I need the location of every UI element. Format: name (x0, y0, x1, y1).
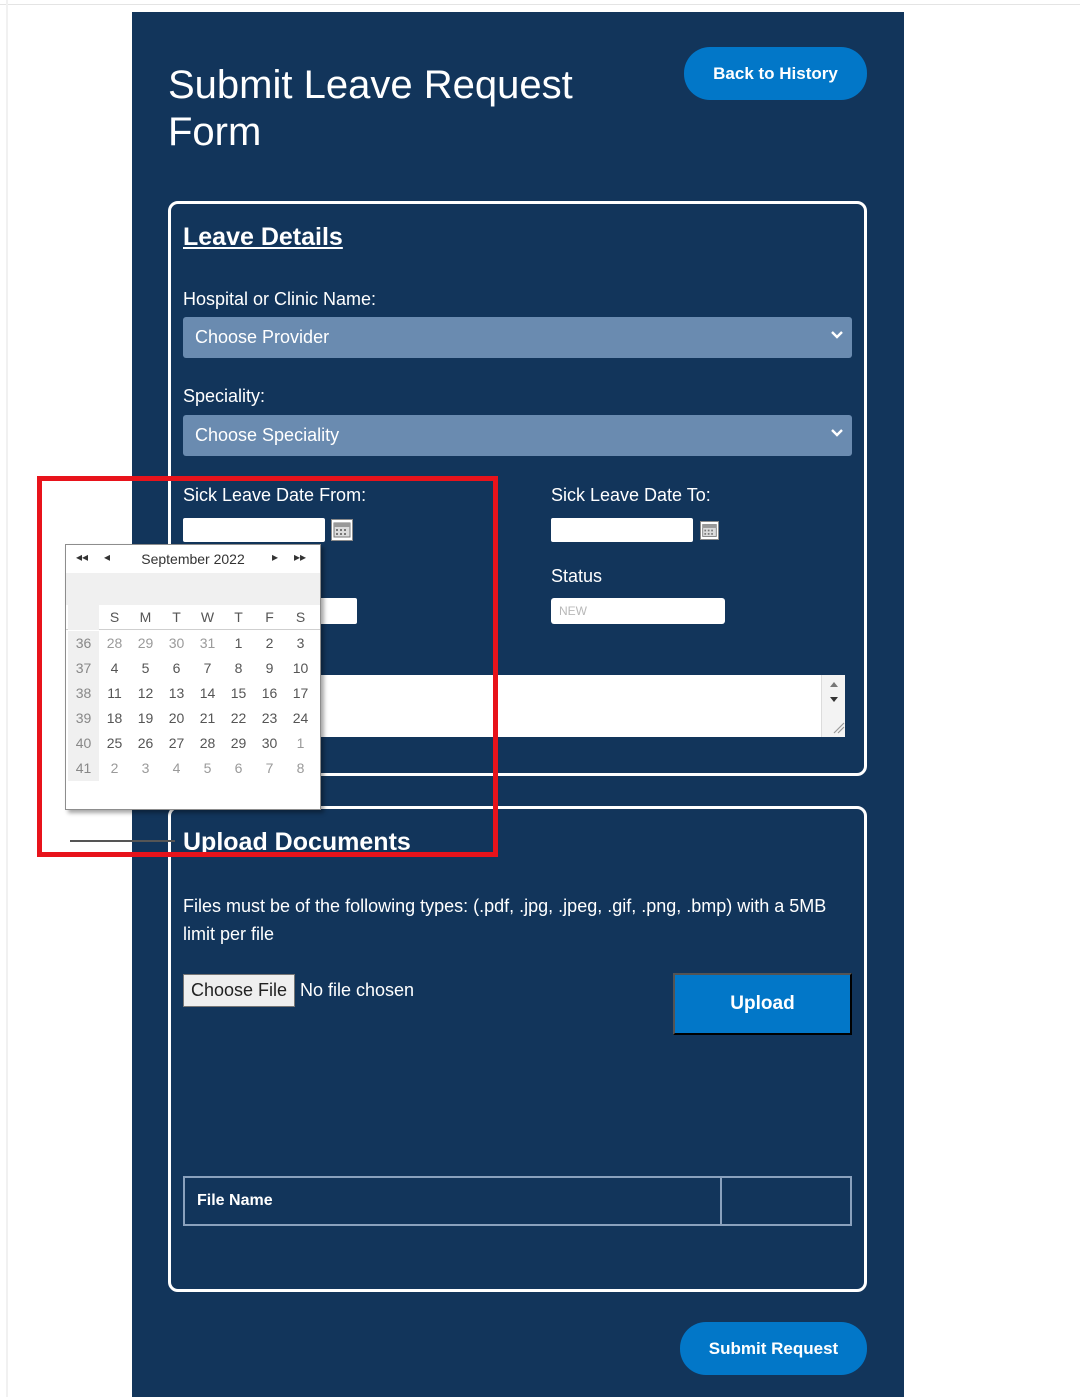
file-name-header: File Name (197, 1192, 273, 1209)
calendar-icon[interactable] (700, 521, 719, 540)
upload-button[interactable]: Upload (673, 973, 852, 1035)
submit-request-button[interactable]: Submit Request (680, 1322, 867, 1375)
left-border (6, 0, 8, 1397)
scroll-arrows-icon (830, 682, 845, 734)
hospital-label: Hospital or Clinic Name: (183, 289, 377, 309)
file-table: File Name (183, 1176, 852, 1226)
hospital-select[interactable]: Choose Provider (183, 317, 852, 358)
status-label: Status (551, 566, 603, 586)
highlight-box (37, 476, 498, 857)
leave-details-heading: Leave Details (183, 223, 343, 251)
speciality-label: Speciality: (183, 386, 266, 406)
chevron-down-icon (831, 331, 843, 339)
upload-note: Files must be of the following types: (.… (183, 896, 827, 944)
date-to-input[interactable] (551, 518, 693, 542)
speciality-select[interactable]: Choose Speciality (183, 415, 852, 456)
hospital-select-value: Choose Provider (195, 327, 330, 347)
page-title: Submit Leave Request Form (168, 63, 573, 154)
status-field: NEW (551, 598, 725, 624)
choose-file-button[interactable]: Choose File (183, 974, 295, 1007)
chevron-down-icon (831, 429, 843, 437)
no-file-text: No file chosen (300, 980, 415, 1000)
top-border (0, 4, 1080, 5)
textarea-scrollbar[interactable] (821, 675, 845, 737)
table-divider (720, 1178, 722, 1224)
date-to-label: Sick Leave Date To: (551, 485, 711, 505)
speciality-select-value: Choose Speciality (195, 425, 340, 445)
back-to-history-button[interactable]: Back to History (684, 47, 867, 100)
